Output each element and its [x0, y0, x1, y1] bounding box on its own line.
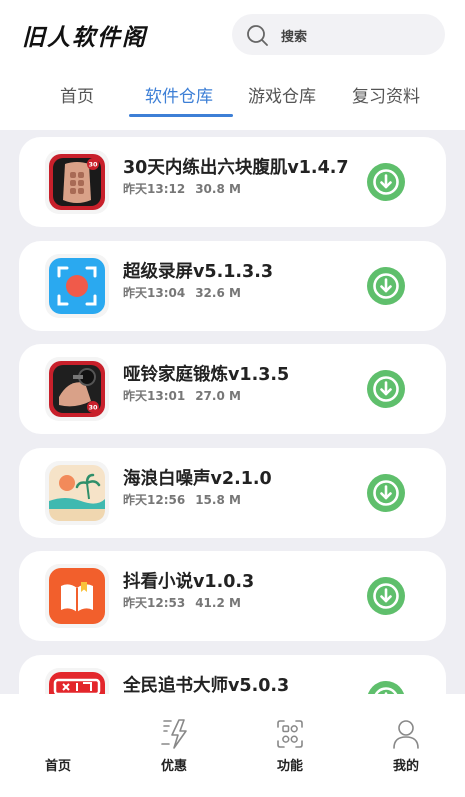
search-box[interactable]: 搜索 — [232, 14, 445, 55]
app-meta: 昨天12:53 41.2 M — [123, 594, 241, 611]
book-icon — [45, 564, 109, 628]
bottom-navigation: 首页 优惠 功能 我的 — [0, 694, 465, 797]
app-card[interactable]: 全民追书大师v5.0.3 — [19, 655, 446, 694]
active-tab-indicator — [129, 114, 233, 117]
app-time: 昨天13:04 — [123, 286, 186, 300]
download-button[interactable] — [367, 474, 405, 512]
beach-wave-icon — [45, 461, 109, 525]
app-size: 27.0 M — [195, 389, 241, 403]
search-placeholder: 搜索 — [281, 30, 308, 45]
download-button[interactable] — [367, 267, 405, 305]
apps-grid-icon — [277, 720, 303, 748]
search-icon — [247, 25, 268, 46]
app-title: 全民追书大师v5.0.3 — [123, 676, 290, 694]
nav-label: 我的 — [392, 759, 419, 774]
nav-offers[interactable]: 优惠 — [116, 694, 232, 797]
nav-label: 首页 — [44, 759, 71, 774]
app-time: 昨天12:56 — [123, 493, 186, 507]
download-icon — [374, 687, 398, 694]
dumbbell-workout-icon: 30 — [45, 357, 109, 421]
app-meta: 昨天13:01 27.0 M — [123, 387, 241, 404]
svg-text:30: 30 — [88, 404, 98, 412]
app-card[interactable]: 抖看小说v1.0.3 昨天12:53 41.2 M — [19, 551, 446, 641]
app-title: 30天内练出六块腹肌v1.4.7 — [123, 158, 349, 178]
category-tabs: 首页 软件仓库 游戏仓库 复习资料 — [0, 78, 465, 118]
nav-features[interactable]: 功能 — [232, 694, 348, 797]
app-time: 昨天13:12 — [123, 182, 186, 196]
nav-label: 功能 — [276, 759, 303, 774]
app-logo: 旧人软件阁 — [22, 24, 147, 51]
download-icon — [373, 273, 399, 299]
app-size: 15.8 M — [195, 493, 241, 507]
download-button[interactable] — [367, 370, 405, 408]
app-card[interactable]: 30 30天内练出六块腹肌v1.4.7 昨天13:12 30.8 M — [19, 137, 446, 227]
app-meta: 昨天13:12 30.8 M — [123, 180, 241, 197]
download-icon — [373, 169, 399, 195]
app-card[interactable]: 超级录屏v5.1.3.3 昨天13:04 32.6 M — [19, 241, 446, 331]
nav-profile[interactable]: 我的 — [348, 694, 464, 797]
app-card[interactable]: 30 哑铃家庭锻炼v1.3.5 昨天13:01 27.0 M — [19, 344, 446, 434]
tab-study-materials[interactable]: 复习资料 — [352, 82, 420, 107]
app-title: 哑铃家庭锻炼v1.3.5 — [123, 365, 290, 385]
bolt-icon — [161, 719, 187, 749]
app-time: 昨天13:01 — [123, 389, 186, 403]
app-title: 抖看小说v1.0.3 — [123, 572, 255, 592]
app-size: 32.6 M — [195, 286, 241, 300]
app-size: 41.2 M — [195, 596, 241, 610]
download-button[interactable] — [367, 163, 405, 201]
novel-app-icon — [45, 668, 109, 694]
download-icon — [373, 480, 399, 506]
user-icon — [393, 720, 419, 749]
nav-label: 优惠 — [160, 759, 187, 774]
app-list[interactable]: 30 30天内练出六块腹肌v1.4.7 昨天13:12 30.8 M 超级录屏v… — [0, 130, 465, 694]
tab-games[interactable]: 游戏仓库 — [248, 82, 316, 107]
svg-text:30: 30 — [88, 161, 98, 169]
app-title: 超级录屏v5.1.3.3 — [123, 262, 274, 282]
tab-software[interactable]: 软件仓库 — [145, 82, 213, 107]
app-card[interactable]: 海浪白噪声v2.1.0 昨天12:56 15.8 M — [19, 448, 446, 538]
download-button[interactable] — [367, 681, 405, 694]
app-size: 30.8 M — [195, 182, 241, 196]
nav-home[interactable]: 首页 — [0, 694, 116, 797]
app-title: 海浪白噪声v2.1.0 — [123, 469, 272, 489]
top-bar: 旧人软件阁 搜索 首页 软件仓库 游戏仓库 复习资料 — [0, 0, 465, 130]
app-meta: 昨天13:04 32.6 M — [123, 284, 241, 301]
download-button[interactable] — [367, 577, 405, 615]
fitness-abs-icon: 30 — [45, 150, 109, 214]
download-icon — [373, 583, 399, 609]
app-time: 昨天12:53 — [123, 596, 186, 610]
tab-home[interactable]: 首页 — [60, 82, 94, 107]
screen-record-icon — [45, 254, 109, 318]
download-icon — [373, 376, 399, 402]
app-meta: 昨天12:56 15.8 M — [123, 491, 241, 508]
